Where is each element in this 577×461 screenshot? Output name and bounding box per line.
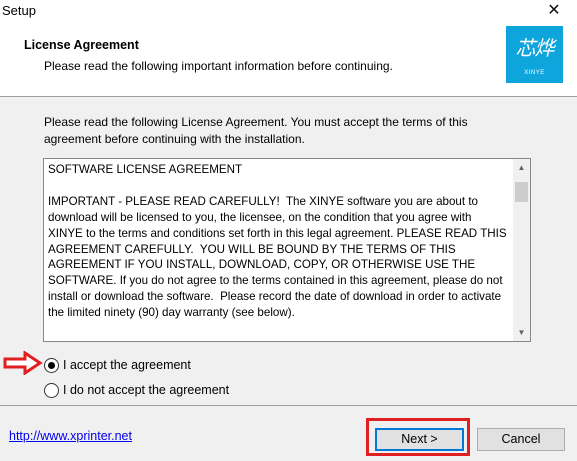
scroll-up-icon[interactable]: ▲ xyxy=(513,159,530,176)
scroll-down-icon[interactable]: ▼ xyxy=(513,324,530,341)
scroll-thumb[interactable] xyxy=(515,182,528,202)
xinye-logo: 芯烨 XINYE xyxy=(506,26,563,83)
page-title: License Agreement xyxy=(24,38,139,52)
license-text: SOFTWARE LICENSE AGREEMENT IMPORTANT - P… xyxy=(48,163,507,320)
logo-brand: XINYE xyxy=(524,70,545,76)
decline-radio[interactable] xyxy=(44,383,59,398)
cancel-button[interactable]: Cancel xyxy=(477,428,565,451)
accept-radio[interactable] xyxy=(44,358,59,373)
footer-divider xyxy=(0,405,577,406)
window-title: Setup xyxy=(2,3,36,18)
decline-label[interactable]: I do not accept the agreement xyxy=(63,383,229,397)
website-link[interactable]: http://www.xprinter.net xyxy=(9,429,132,443)
close-button[interactable]: ✕ xyxy=(531,0,577,22)
wizard-header: License Agreement Please read the follow… xyxy=(0,22,577,97)
license-scrollbar[interactable]: ▲ ▼ xyxy=(513,159,530,341)
logo-glyph: 芯烨 xyxy=(515,36,555,60)
page-subtitle: Please read the following important info… xyxy=(44,59,393,73)
close-icon: ✕ xyxy=(547,2,561,19)
title-bar: Setup ✕ xyxy=(0,0,577,22)
next-button[interactable]: Next > xyxy=(375,428,464,451)
intro-text: Please read the following License Agreem… xyxy=(44,115,468,146)
license-textbox[interactable]: SOFTWARE LICENSE AGREEMENT IMPORTANT - P… xyxy=(43,158,531,342)
accept-label[interactable]: I accept the agreement xyxy=(63,358,191,372)
annotation-arrow-icon xyxy=(3,351,43,375)
